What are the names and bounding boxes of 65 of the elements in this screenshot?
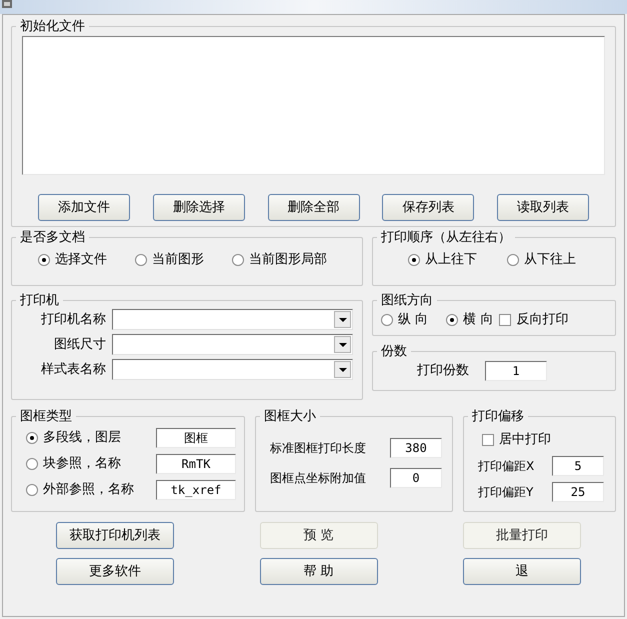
button[interactable]: 更多软件 [56, 558, 174, 585]
checkbox-label: 居中打印 [499, 431, 551, 449]
field-label: 标准图框打印长度 [270, 440, 367, 457]
radio-label: 从下往上 [524, 251, 576, 269]
radio-label: 从上往下 [425, 251, 477, 269]
radio-button[interactable] [381, 314, 393, 326]
dropdown-arrow-icon [338, 318, 346, 322]
radio-button[interactable] [446, 314, 458, 326]
field-label: 打印机名称 [40, 310, 106, 329]
input-field[interactable]: 25 [552, 482, 604, 502]
group-title: 是否多文档 [19, 230, 86, 245]
button[interactable]: 读取列表 [497, 194, 589, 221]
dropdown[interactable] [112, 309, 353, 330]
radio-button[interactable] [232, 254, 244, 266]
button[interactable]: 帮 助 [260, 558, 378, 585]
radio-label: 当前图形 [152, 251, 204, 269]
field-label: 样式表名称 [40, 360, 106, 379]
dropdown-arrow-icon [338, 368, 346, 372]
radio-button[interactable] [38, 254, 50, 266]
radio-button[interactable] [26, 484, 38, 496]
field-label: 打印偏距Y [478, 484, 534, 500]
radio-label: 块参照，名称 [43, 455, 121, 474]
radio-label: 纵 向 [398, 311, 428, 329]
group-title: 图框大小 [263, 409, 317, 424]
group-title: 打印偏移 [471, 409, 525, 424]
radio-label: 当前图形局部 [249, 251, 327, 269]
radio-label: 外部参照，名称 [43, 481, 134, 500]
radio-label: 横 向 [463, 311, 494, 329]
radio-button[interactable] [507, 254, 519, 266]
group-title: 初始化文件 [19, 19, 86, 34]
dropdown[interactable] [112, 359, 353, 380]
input-field[interactable]: 0 [390, 468, 442, 488]
group-title: 打印机 [19, 293, 60, 308]
button[interactable]: 添加文件 [38, 194, 130, 221]
input-field[interactable]: RmTK [156, 454, 236, 474]
field-label: 打印偏距X [478, 458, 536, 474]
checkbox[interactable] [499, 314, 512, 326]
button[interactable]: 保存列表 [382, 194, 474, 221]
group-title: 打印顺序（从左往右） [380, 230, 512, 245]
field-label: 打印份数 [417, 362, 469, 380]
button[interactable]: 删除全部 [268, 194, 360, 221]
input-field[interactable]: 图框 [156, 428, 236, 448]
radio-label: 多段线，图层 [43, 429, 121, 448]
app-icon [2, 0, 12, 8]
input-field[interactable]: tk_xref [156, 480, 236, 500]
radio-button[interactable] [26, 458, 38, 470]
checkbox-label: 反向打印 [516, 311, 568, 329]
button[interactable]: 退 [463, 558, 581, 585]
input-field[interactable]: 380 [390, 438, 442, 458]
button[interactable]: 获取打印机列表 [56, 522, 174, 549]
group-title: 份数 [380, 344, 408, 359]
radio-button[interactable] [135, 254, 147, 266]
input-field[interactable]: 5 [552, 456, 604, 476]
dropdown[interactable] [112, 334, 353, 355]
group-title: 图纸方向 [380, 293, 434, 308]
button[interactable]: 删除选择 [152, 194, 245, 221]
group-title: 图框类型 [19, 409, 73, 424]
checkbox[interactable] [482, 434, 494, 446]
input-field[interactable]: 1 [485, 361, 547, 381]
field-label: 图纸尺寸 [53, 336, 106, 354]
radio-button[interactable] [408, 254, 420, 266]
field-label: 图框点坐标附加值 [270, 470, 367, 487]
dropdown-arrow-icon [338, 342, 346, 346]
radio-button[interactable] [26, 432, 38, 444]
radio-label: 选择文件 [55, 251, 107, 269]
